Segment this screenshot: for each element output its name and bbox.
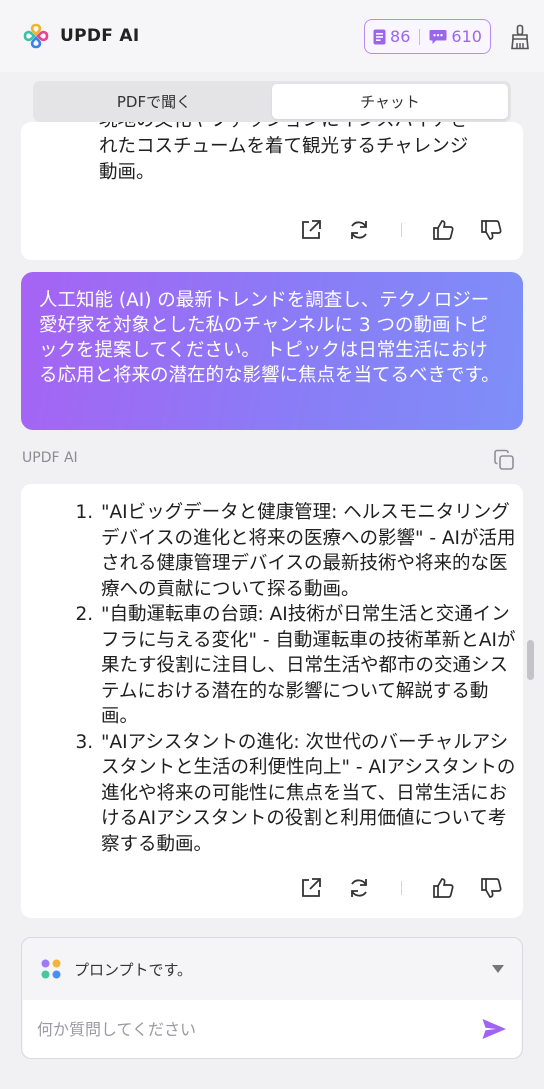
document-icon [373, 29, 386, 44]
chat-quota: 610 [429, 27, 482, 46]
ai-response: "AIビッグデータと健康管理: ヘルスモニタリングデバイスの進化と将来の医療への… [21, 484, 523, 918]
regenerate-icon[interactable] [347, 876, 371, 900]
chat-bubble-icon [429, 29, 447, 44]
copy-icon[interactable] [492, 448, 516, 472]
list-item: "自動運転車の台頭: AI技術が日常生活と交通インフラに与える変化" - 自動運… [99, 602, 517, 730]
export-icon[interactable] [299, 218, 323, 242]
chat-quota-count: 610 [451, 27, 482, 46]
response-line: 動画。 [99, 162, 155, 183]
tab-ask-pdf[interactable]: PDFで聞く [36, 84, 272, 119]
list-item: "AIアシスタントの進化: 次世代のバーチャルアシスタントと生活の利便性向上" … [99, 730, 517, 858]
doc-quota: 86 [373, 27, 410, 46]
export-icon[interactable] [299, 876, 323, 900]
clear-chat-broom-icon[interactable] [508, 24, 532, 50]
question-input[interactable] [37, 1014, 457, 1044]
thumbs-down-icon[interactable] [479, 876, 503, 900]
ai-sender-label: UPDF AI [22, 450, 78, 466]
doc-quota-count: 86 [390, 27, 411, 46]
regenerate-icon[interactable] [347, 218, 371, 242]
thumbs-up-icon[interactable] [431, 876, 455, 900]
prompt-selector[interactable]: プロンプトです。 [22, 938, 522, 1000]
prompt-apps-icon [41, 959, 61, 979]
response-actions [21, 218, 523, 246]
action-divider [401, 223, 402, 237]
thumbs-up-icon[interactable] [431, 218, 455, 242]
previous-ai-response: 現地の文化やファッションにインスパイアさ れたコスチュームを着て観光するチャレン… [21, 122, 523, 260]
app-title: UPDF AI [60, 26, 140, 46]
question-input-area [23, 1000, 521, 1058]
response-line-cut: 現地の文化やファッションにインスパイアさ [99, 122, 509, 134]
updf-logo-icon [23, 23, 49, 49]
message-composer: プロンプトです。 [21, 937, 523, 1059]
user-message: 人工知能 (AI) の最新トレンドを調査し、テクノロジー愛好家を対象とした私のチ… [21, 272, 523, 430]
send-icon[interactable] [481, 1017, 507, 1041]
chevron-down-icon[interactable] [492, 965, 504, 973]
thumbs-down-icon[interactable] [479, 218, 503, 242]
mode-tabs: PDFで聞く チャット [33, 81, 511, 122]
topic-list: "AIビッグデータと健康管理: ヘルスモニタリングデバイスの進化と将来の医療への… [77, 500, 517, 857]
list-item: "AIビッグデータと健康管理: ヘルスモニタリングデバイスの進化と将来の医療への… [99, 500, 517, 602]
action-divider [401, 881, 402, 895]
quota-divider [419, 28, 421, 45]
tab-chat[interactable]: チャット [272, 84, 508, 119]
prompt-label: プロンプトです。 [74, 960, 193, 979]
quota-badge[interactable]: 86 610 [364, 19, 491, 54]
response-line: れたコスチュームを着て観光するチャレンジ [99, 136, 469, 157]
chat-scrollbar-thumb[interactable] [527, 640, 534, 680]
response-actions [21, 876, 523, 904]
